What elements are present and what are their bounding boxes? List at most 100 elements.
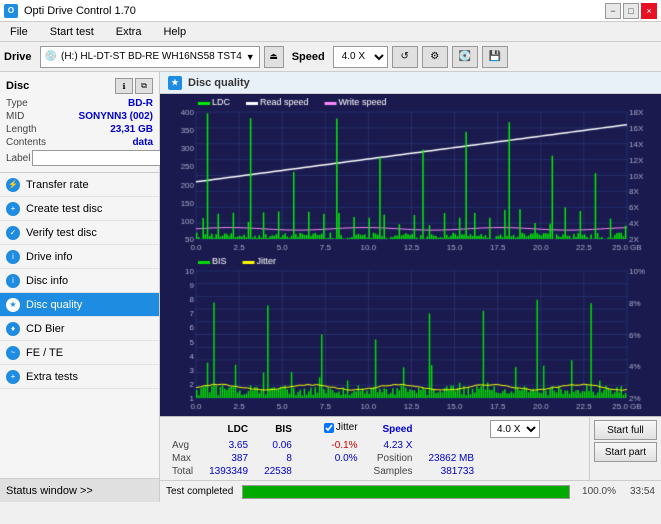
mid-bar: LDC BIS Jitter Speed bbox=[160, 417, 661, 480]
main-area: Disc ℹ ⧉ Type BD-R MID SONYNN3 (002) Len… bbox=[0, 72, 661, 502]
nav-drive-info-label: Drive info bbox=[26, 251, 72, 263]
drive-info-icon: i bbox=[6, 250, 20, 264]
sidebar: Disc ℹ ⧉ Type BD-R MID SONYNN3 (002) Len… bbox=[0, 72, 160, 502]
sidebar-item-create-test-disc[interactable]: + Create test disc bbox=[0, 197, 159, 221]
menu-extra[interactable]: Extra bbox=[110, 24, 148, 40]
stats-position-value: 23862 MB bbox=[420, 452, 482, 465]
bis-canvas bbox=[164, 257, 657, 412]
disc-info-icon: i bbox=[6, 274, 20, 288]
sidebar-item-extra-tests[interactable]: + Extra tests bbox=[0, 365, 159, 389]
close-button[interactable]: × bbox=[641, 3, 657, 19]
nav-verify-test-disc-label: Verify test disc bbox=[26, 227, 97, 239]
drive-name: (H:) HL-DT-ST BD-RE WH16NS58 TST4 bbox=[61, 51, 242, 62]
stats-avg-ldc: 3.65 bbox=[201, 439, 256, 452]
create-test-disc-icon: + bbox=[6, 202, 20, 216]
start-full-button[interactable]: Start full bbox=[594, 420, 657, 440]
disc-length-label: Length bbox=[6, 124, 37, 135]
menu-file[interactable]: File bbox=[4, 24, 34, 40]
elapsed-time: 33:54 bbox=[630, 486, 655, 497]
disc-contents-value: data bbox=[132, 137, 153, 148]
stats-total-bis: 22538 bbox=[256, 465, 300, 478]
nav-cd-bier-label: CD Bier bbox=[26, 323, 65, 335]
ldc-chart bbox=[164, 98, 657, 253]
save-button[interactable]: 💾 bbox=[482, 46, 508, 68]
progress-fill bbox=[243, 486, 569, 498]
refresh-button[interactable]: ↺ bbox=[392, 46, 418, 68]
content-area: ★ Disc quality bbox=[160, 72, 661, 502]
disc-mid-row: MID SONYNN3 (002) bbox=[6, 111, 153, 122]
stats-table: LDC BIS Jitter Speed bbox=[164, 419, 548, 478]
bis-chart bbox=[164, 257, 657, 412]
maximize-button[interactable]: □ bbox=[623, 3, 639, 19]
sidebar-item-verify-test-disc[interactable]: ✓ Verify test disc bbox=[0, 221, 159, 245]
disc-mid-value: SONYNN3 (002) bbox=[79, 111, 153, 122]
fe-te-icon: ~ bbox=[6, 346, 20, 360]
sidebar-item-disc-quality[interactable]: ★ Disc quality bbox=[0, 293, 159, 317]
disc-contents-label: Contents bbox=[6, 137, 46, 148]
disc-length-value: 23,31 GB bbox=[110, 124, 153, 135]
status-window-label: Status window >> bbox=[6, 485, 93, 497]
stats-left: LDC BIS Jitter Speed bbox=[160, 417, 589, 480]
stats-total-ldc: 1393349 bbox=[201, 465, 256, 478]
sidebar-item-disc-info[interactable]: i Disc info bbox=[0, 269, 159, 293]
nav-extra-tests-label: Extra tests bbox=[26, 371, 78, 383]
jitter-label: Jitter bbox=[336, 422, 358, 433]
stats-max-bis: 8 bbox=[256, 452, 300, 465]
transfer-rate-icon: ⚡ bbox=[6, 178, 20, 192]
stats-max-jitter: 0.0% bbox=[316, 452, 366, 465]
drive-dropdown-arrow[interactable]: ▼ bbox=[246, 52, 255, 62]
sidebar-item-fe-te[interactable]: ~ FE / TE bbox=[0, 341, 159, 365]
progress-percent: 100.0% bbox=[576, 486, 616, 497]
status-text: Test completed bbox=[166, 486, 236, 497]
disc-mid-label: MID bbox=[6, 111, 24, 122]
stats-avg-bis: 0.06 bbox=[256, 439, 300, 452]
extra-tests-icon: + bbox=[6, 370, 20, 384]
disc-label-input[interactable] bbox=[32, 150, 170, 166]
stats-max-row: Max 387 8 0.0% Position 23862 MB bbox=[164, 452, 548, 465]
menu-help[interactable]: Help bbox=[157, 24, 192, 40]
nav-disc-quality-label: Disc quality bbox=[26, 299, 82, 311]
disc-type-label: Type bbox=[6, 98, 28, 109]
jitter-checkbox[interactable] bbox=[324, 423, 334, 433]
stats-samples-value: 381733 bbox=[420, 465, 482, 478]
app-icon: O bbox=[4, 4, 18, 18]
eject-button[interactable]: ⏏ bbox=[264, 46, 284, 68]
charts-container bbox=[160, 94, 661, 416]
disc-contents-row: Contents data bbox=[6, 137, 153, 148]
menu-bar: File Start test Extra Help bbox=[0, 22, 661, 42]
sidebar-item-drive-info[interactable]: i Drive info bbox=[0, 245, 159, 269]
disc-info-icon-btn[interactable]: ℹ bbox=[115, 78, 133, 94]
toolbar: Drive 💿 (H:) HL-DT-ST BD-RE WH16NS58 TST… bbox=[0, 42, 661, 72]
disc-label-row: Label ✎ bbox=[6, 150, 153, 166]
progress-bar bbox=[242, 485, 570, 499]
menu-start-test[interactable]: Start test bbox=[44, 24, 100, 40]
disc-copy-icon-btn[interactable]: ⧉ bbox=[135, 78, 153, 94]
settings-button[interactable]: ⚙ bbox=[422, 46, 448, 68]
stats-controls: LDC BIS Jitter Speed bbox=[160, 416, 661, 480]
disc-title: Disc bbox=[6, 80, 29, 92]
stats-avg-label: Avg bbox=[164, 439, 201, 452]
drive-select[interactable]: 💿 (H:) HL-DT-ST BD-RE WH16NS58 TST4 ▼ bbox=[40, 46, 260, 68]
stats-header-ldc: LDC bbox=[201, 419, 256, 439]
speed-label: Speed bbox=[292, 51, 325, 63]
stats-total-row: Total 1393349 22538 Samples 381733 bbox=[164, 465, 548, 478]
sidebar-item-transfer-rate[interactable]: ⚡ Transfer rate bbox=[0, 173, 159, 197]
status-window-bar[interactable]: Status window >> bbox=[0, 478, 159, 502]
disc-quality-icon: ★ bbox=[6, 298, 20, 312]
speed-select[interactable]: 4.0 X 2.0 X 1.0 X bbox=[333, 46, 388, 68]
disc-button[interactable]: 💽 bbox=[452, 46, 478, 68]
speed-select-stats[interactable]: 4.0 X 2.0 X bbox=[490, 420, 540, 438]
controls-right: Start full Start part bbox=[589, 417, 661, 480]
disc-type-row: Type BD-R bbox=[6, 98, 153, 109]
sidebar-item-cd-bier[interactable]: ♦ CD Bier bbox=[0, 317, 159, 341]
nav-items: ⚡ Transfer rate + Create test disc ✓ Ver… bbox=[0, 173, 159, 478]
minimize-button[interactable]: − bbox=[605, 3, 621, 19]
progress-bar-container: Test completed 100.0% 33:54 bbox=[160, 480, 661, 502]
disc-header: Disc ℹ ⧉ bbox=[6, 78, 153, 94]
window-controls[interactable]: − □ × bbox=[605, 3, 657, 19]
stats-header-speed: Speed bbox=[366, 419, 421, 439]
title-bar-left: O Opti Drive Control 1.70 bbox=[4, 4, 136, 18]
disc-quality-header-icon: ★ bbox=[168, 76, 182, 90]
start-part-button[interactable]: Start part bbox=[594, 442, 657, 462]
disc-icon-buttons: ℹ ⧉ bbox=[115, 78, 153, 94]
